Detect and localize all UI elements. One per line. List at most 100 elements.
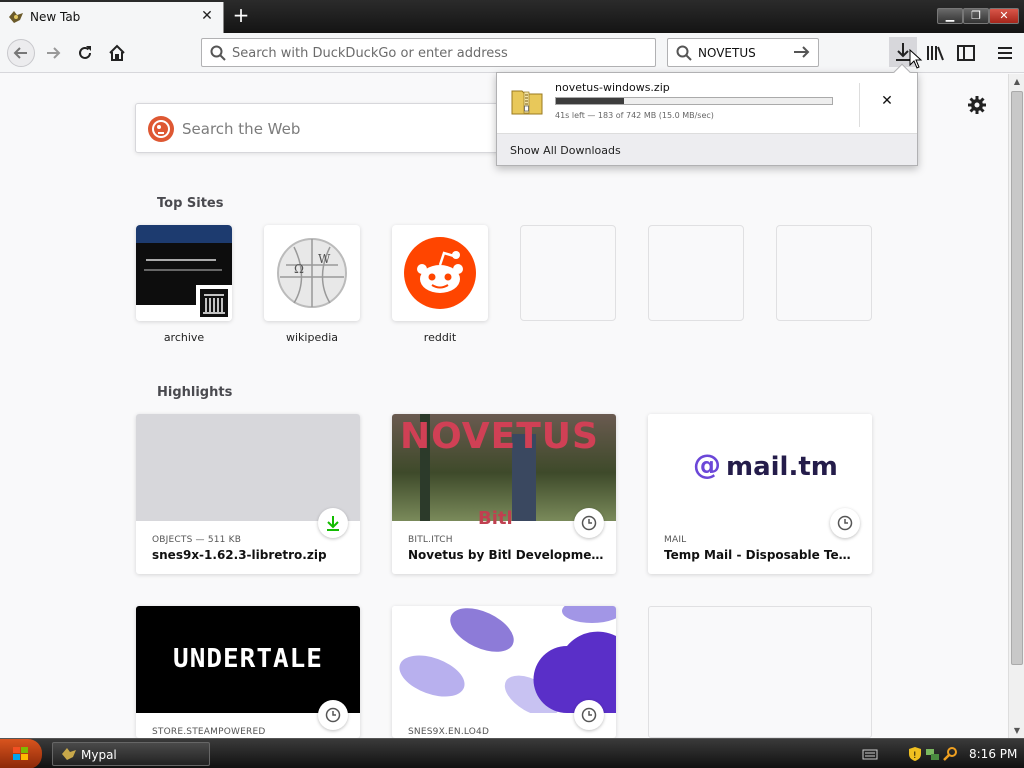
top-sites-heading: Top Sites (157, 196, 224, 211)
card-context: SNES9X.EN.LO4D (408, 727, 490, 737)
card-thumbnail (392, 606, 616, 717)
archive-thumbnail (136, 225, 232, 321)
card-title: Novetus by Bitl Development Studio (408, 548, 604, 562)
reload-icon (79, 46, 91, 59)
card-thumbnail (136, 414, 360, 521)
taskbar-mypal[interactable]: Mypal (52, 742, 210, 766)
top-site-archive[interactable] (136, 225, 232, 321)
scroll-down-arrow-icon[interactable]: ▼ (1012, 726, 1022, 735)
top-site-wikipedia[interactable]: Ω W (264, 225, 360, 321)
download-filename: novetus-windows.zip (555, 81, 670, 94)
card-context: BITL.ITCH (408, 535, 453, 545)
top-site-label[interactable]: wikipedia (264, 331, 360, 344)
svg-text:Ω: Ω (294, 262, 304, 276)
mypal-app-icon (62, 748, 76, 760)
top-site-empty-slot (648, 225, 744, 321)
taskbar: Mypal ! 8:16 PM (0, 738, 1024, 768)
top-site-label[interactable]: archive (136, 331, 232, 344)
highlight-card[interactable]: SNES9X.EN.LO4D (392, 606, 616, 738)
security-shield-icon[interactable]: ! (907, 746, 923, 762)
arrow-left-icon (13, 47, 27, 59)
search-tray-icon[interactable] (943, 746, 959, 762)
arrow-right-icon (47, 47, 61, 59)
search-icon (210, 45, 226, 61)
search-bar[interactable] (667, 38, 819, 67)
menu-button[interactable] (992, 40, 1018, 66)
keyboard-icon[interactable] (862, 746, 878, 762)
taskbar-app-label: Mypal (81, 748, 117, 762)
card-context: OBJECTS — 511 KB (152, 535, 242, 545)
card-thumbnail: UNDERTALE (136, 606, 360, 713)
card-title: Temp Mail - Disposable Temporary Email (664, 548, 860, 562)
clock-icon (318, 700, 348, 730)
card-context: MAIL (664, 535, 687, 545)
search-input[interactable] (698, 43, 788, 63)
close-window-button[interactable]: ✕ (989, 8, 1019, 24)
highlights-heading: Highlights (157, 385, 233, 400)
start-button[interactable] (0, 739, 42, 768)
library-button[interactable] (922, 40, 948, 66)
clock-icon (574, 700, 604, 730)
home-button[interactable] (104, 40, 130, 66)
navigation-toolbar (0, 33, 1024, 73)
back-button[interactable] (7, 39, 35, 67)
svg-text:W: W (318, 252, 331, 266)
windows-logo-icon (13, 747, 28, 760)
card-thumbnail: NOVETUS Bitl (392, 414, 616, 529)
highlight-card[interactable]: OBJECTS — 511 KB snes9x-1.62.3-libretro.… (136, 414, 360, 574)
top-site-label[interactable]: reddit (392, 331, 488, 344)
search-go-arrow-icon[interactable] (793, 44, 811, 60)
mypal-favicon-icon (9, 11, 23, 23)
hamburger-menu-icon (998, 47, 1012, 59)
top-site-empty-slot (520, 225, 616, 321)
top-site-reddit[interactable] (392, 225, 488, 321)
search-icon (676, 45, 692, 61)
scrollbar-thumb[interactable] (1011, 91, 1023, 665)
cancel-download-icon[interactable]: ✕ (879, 93, 895, 109)
tab-close-icon[interactable]: ✕ (198, 7, 216, 25)
clock-icon (574, 508, 604, 538)
sidebar-button[interactable] (953, 40, 979, 66)
maximize-button[interactable]: ❐ (963, 8, 989, 24)
web-search-box[interactable] (135, 103, 535, 153)
card-context: STORE.STEAMPOWERED (152, 727, 266, 737)
forward-button[interactable] (40, 40, 66, 66)
reddit-logo-icon (404, 237, 476, 309)
minimize-button[interactable]: ▁ (937, 8, 963, 24)
scroll-up-arrow-icon[interactable]: ▲ (1012, 77, 1022, 86)
downloads-panel: novetus-windows.zip 41s left — 183 of 74… (496, 63, 918, 166)
download-progress-bar (555, 97, 833, 105)
gear-icon[interactable] (966, 94, 988, 116)
show-all-downloads-label: Show All Downloads (510, 144, 621, 157)
mouse-cursor-icon (909, 49, 923, 69)
vertical-scrollbar[interactable]: ▲ ▼ (1008, 74, 1024, 738)
card-thumbnail: @ mail.tm (648, 414, 872, 521)
home-icon (109, 44, 125, 61)
highlight-card[interactable]: @ mail.tm MAIL Temp Mail - Disposable Te… (648, 414, 872, 574)
highlight-empty-slot (648, 606, 872, 738)
new-tab-button[interactable]: + (230, 5, 252, 27)
url-input[interactable] (232, 43, 642, 63)
highlight-card[interactable]: NOVETUS Bitl BITL.ITCH Novetus by Bitl D… (392, 414, 616, 574)
svg-text:!: ! (913, 751, 917, 761)
highlight-card[interactable]: UNDERTALE STORE.STEAMPOWERED (136, 606, 360, 738)
reload-button[interactable] (72, 40, 98, 66)
web-search-input[interactable] (182, 118, 512, 140)
tab-title: New Tab (30, 10, 81, 24)
tab-new-tab[interactable]: New Tab ✕ (0, 2, 224, 33)
download-status: 41s left — 183 of 742 MB (15.0 MB/sec) (555, 111, 714, 120)
url-bar[interactable] (201, 38, 656, 67)
download-icon (318, 508, 348, 538)
duckduckgo-logo-icon (148, 116, 174, 142)
network-icon[interactable] (925, 746, 941, 762)
zip-file-icon (511, 90, 543, 115)
library-icon (927, 46, 944, 61)
title-bar: New Tab ✕ + ▁ ❐ ✕ (0, 0, 1024, 33)
card-title: snes9x-1.62.3-libretro.zip (152, 548, 327, 562)
sidebar-icon (957, 45, 975, 61)
top-site-empty-slot (776, 225, 872, 321)
clock-icon (830, 508, 860, 538)
taskbar-clock: 8:16 PM (969, 747, 1018, 761)
show-all-downloads-button[interactable]: Show All Downloads (497, 133, 917, 165)
wikipedia-globe-icon: Ω W (277, 238, 347, 308)
